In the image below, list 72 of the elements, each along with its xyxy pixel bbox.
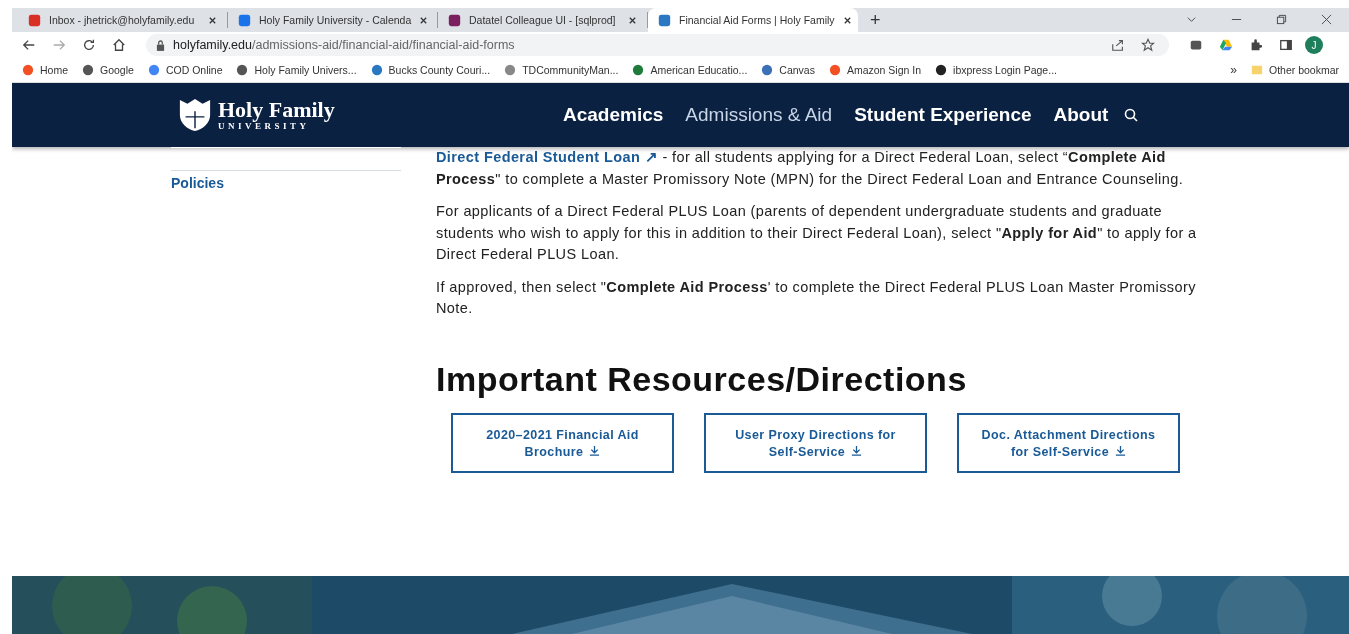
side-panel-icon[interactable]	[1279, 38, 1293, 52]
close-icon[interactable]	[419, 15, 429, 25]
home-icon[interactable]	[112, 38, 126, 52]
site-icon	[658, 13, 671, 27]
download-icon	[1115, 444, 1127, 456]
logo-name: Holy Family	[218, 99, 335, 121]
bookmark-item[interactable]: TDCommunityMan...	[504, 64, 619, 76]
download-button[interactable]: User Proxy Directions for Self-Service	[704, 412, 927, 473]
site-icon	[22, 64, 34, 76]
restore-icon[interactable]	[1276, 14, 1287, 25]
more-bookmarks-button[interactable]: »	[1230, 63, 1237, 77]
address-field[interactable]: holyfamily.edu/admissions-aid/financial-aid/financial-aid-forms	[146, 34, 1169, 56]
site-icon	[632, 64, 645, 76]
nav-link[interactable]: Admissions & Aid	[685, 104, 833, 126]
paragraph: For applicants of a Direct Federal PLUS Loan (parents of dependent undergraduate students and graduate students who wish to apply for this in addition to their Direct Federal Loan), select "Apply for Aid" to apply for a Direct Federal PLUS Loan.	[436, 202, 1198, 264]
close-icon[interactable]	[628, 15, 637, 25]
drive-icon[interactable]	[1219, 38, 1233, 52]
bookmark-item[interactable]: COD Online	[147, 64, 223, 76]
url-text: holyfamily.edu/admissions-aid/financial-aid/financial-aid-forms	[173, 38, 515, 52]
bookmark-item[interactable]: ibxpress Login Page...	[935, 64, 1057, 76]
bookmark-item[interactable]: Canvas	[761, 64, 815, 76]
shield-logo-icon	[178, 98, 212, 132]
extension-icon[interactable]	[1189, 38, 1203, 52]
loan-link[interactable]: Direct Federal Student Loan ↗	[436, 149, 658, 165]
site-icon	[828, 64, 841, 76]
puzzle-icon[interactable]	[1249, 38, 1263, 52]
star-icon[interactable]	[1141, 38, 1155, 52]
close-icon[interactable]	[842, 15, 852, 25]
site-icon	[504, 64, 517, 76]
bookmark-item[interactable]: Google	[82, 64, 134, 76]
browser-tab[interactable]: Financial Aid Forms | Holy Family	[648, 8, 858, 32]
share-icon[interactable]	[1111, 38, 1125, 52]
site-icon	[147, 64, 160, 76]
site-icon	[82, 64, 94, 76]
browser-tab[interactable]: Holy Family University - Calenda	[228, 12, 438, 28]
bookmark-item[interactable]: Bucks County Couri...	[370, 64, 491, 76]
sidebar-link[interactable]: Policies	[171, 170, 401, 191]
nav-link[interactable]: Student Experience	[854, 104, 1032, 126]
site-icon	[935, 64, 948, 76]
bookmark-item[interactable]: Holy Family Univers...	[236, 64, 357, 76]
site-icon	[370, 64, 383, 76]
reload-icon[interactable]	[82, 38, 96, 52]
lock-icon	[156, 39, 165, 51]
site-icon	[761, 64, 774, 76]
paragraph: If approved, then select "Complete Aid Process' to complete the Direct Federal PLUS Loan Master Promissory Note.	[436, 277, 1197, 318]
section-heading: Important Resources/Directions	[436, 359, 968, 399]
browser-tab[interactable]: Inbox - jhetrick@holyfamily.edu	[18, 12, 228, 28]
chevron-icon[interactable]	[1186, 14, 1197, 25]
nav-link[interactable]: Academics	[563, 104, 664, 126]
bookmark-item[interactable]: American Educatio...	[632, 64, 748, 76]
new-tab-button[interactable]: +	[858, 8, 893, 32]
download-icon	[851, 444, 863, 456]
site-icon	[28, 13, 41, 27]
site-icon	[238, 13, 251, 27]
browser-tab[interactable]: Datatel Colleague UI - [sqlprod]	[438, 12, 648, 28]
site-icon	[236, 64, 249, 76]
bookmark-item[interactable]: Home	[22, 64, 68, 76]
search-icon[interactable]	[1124, 108, 1139, 122]
bookmark-folder[interactable]: Other bookmar	[1250, 64, 1339, 76]
download-icon	[589, 444, 601, 456]
logo-subtitle: UNIVERSITY	[218, 121, 310, 131]
nav-link[interactable]: About	[1053, 104, 1109, 126]
site-icon	[448, 13, 461, 27]
close-icon[interactable]	[208, 15, 217, 25]
profile-avatar[interactable]: J	[1305, 36, 1323, 54]
bookmark-item[interactable]: Amazon Sign In	[828, 64, 922, 76]
folder-icon	[1250, 64, 1263, 76]
download-button[interactable]: 2020–2021 Financial Aid Brochure	[451, 412, 674, 473]
paragraph: Direct Federal Student Loan ↗ - for all students applying for a Direct Federal Loan, select “Complete Aid Process" to complete a Master Promissory Note (MPN) for the Direct Federal Loan and Entrance Counseling.	[436, 148, 1185, 189]
back-icon[interactable]	[22, 38, 36, 52]
download-button[interactable]: Doc. Attachment Directions for Self-Service	[957, 412, 1180, 473]
close-icon[interactable]	[1321, 14, 1332, 25]
